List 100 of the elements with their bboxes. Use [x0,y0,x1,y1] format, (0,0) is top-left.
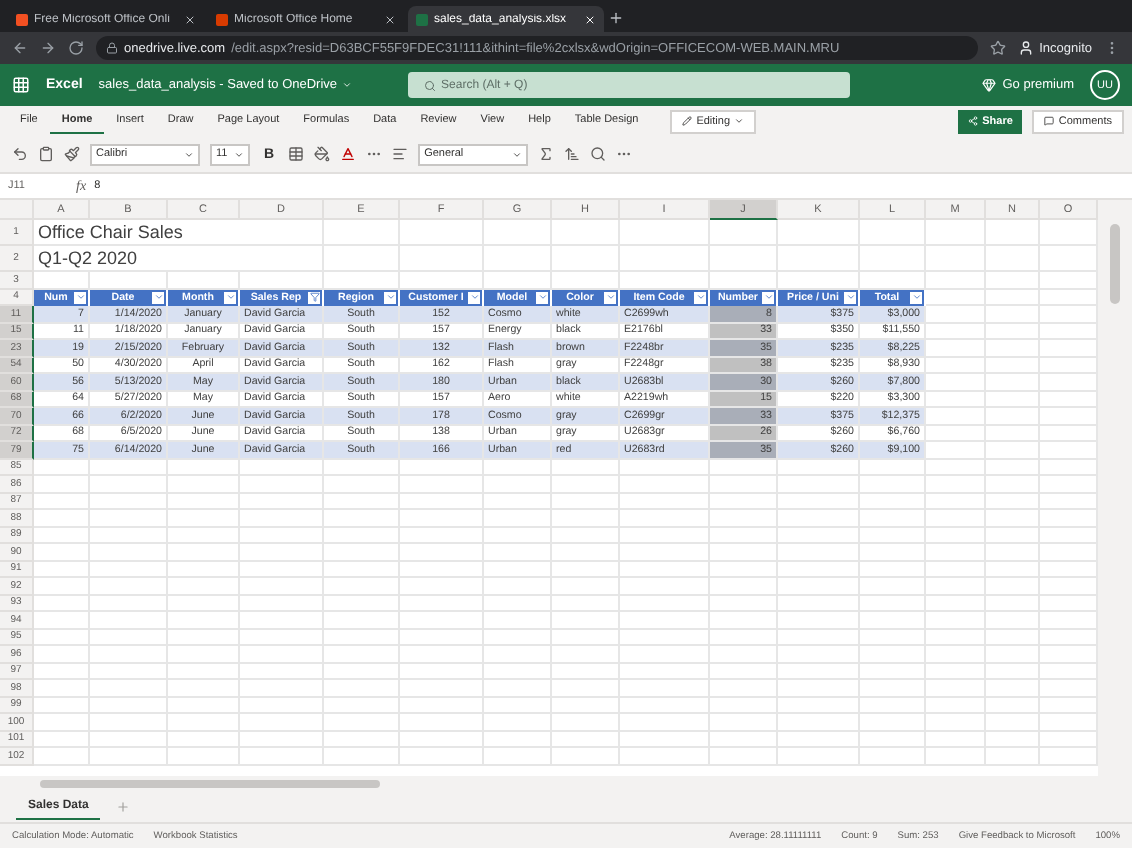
empty-cell[interactable] [552,595,620,612]
empty-cell[interactable] [552,714,620,731]
empty-cell[interactable] [400,629,484,646]
empty-cell[interactable] [926,527,986,544]
empty-cell[interactable] [986,578,1040,595]
empty-cell[interactable] [168,493,240,510]
empty-cell[interactable] [168,663,240,680]
empty-cell[interactable] [778,527,860,544]
forward-icon[interactable] [40,40,56,56]
empty-cell[interactable] [400,476,484,493]
empty-cell[interactable] [986,663,1040,680]
empty-cell[interactable] [926,493,986,510]
empty-cell[interactable] [860,493,926,510]
empty-cell[interactable] [620,220,710,246]
empty-cell[interactable] [400,697,484,714]
empty-cell[interactable] [986,731,1040,748]
empty-cell[interactable] [90,561,168,578]
empty-cell[interactable] [400,663,484,680]
empty-cell[interactable] [240,714,324,731]
empty-cell[interactable] [986,306,1040,323]
empty-cell[interactable] [168,527,240,544]
empty-cell[interactable] [778,544,860,561]
empty-cell[interactable] [240,510,324,527]
empty-cell[interactable] [620,544,710,561]
empty-cell[interactable] [986,408,1040,425]
empty-cell[interactable] [240,663,324,680]
empty-cell[interactable] [860,595,926,612]
empty-cell[interactable] [620,578,710,595]
dropdown-icon[interactable] [910,291,922,304]
empty-cell[interactable] [860,629,926,646]
empty-cell[interactable] [324,544,400,561]
empty-cell[interactable] [860,731,926,748]
empty-cell[interactable] [620,510,710,527]
empty-cell[interactable] [710,493,778,510]
empty-cell[interactable] [710,646,778,663]
empty-cell[interactable] [986,714,1040,731]
empty-cell[interactable] [552,476,620,493]
empty-cell[interactable] [324,476,400,493]
empty-cell[interactable] [240,527,324,544]
empty-cell[interactable] [620,646,710,663]
undo-icon[interactable] [12,146,28,162]
empty-cell[interactable] [620,527,710,544]
empty-cell[interactable] [710,663,778,680]
empty-cell[interactable] [778,510,860,527]
empty-cell[interactable] [860,578,926,595]
empty-cell[interactable] [168,544,240,561]
dropdown-icon[interactable] [74,291,86,304]
empty-cell[interactable] [90,680,168,697]
empty-cell[interactable] [860,544,926,561]
empty-cell[interactable] [90,493,168,510]
empty-cell[interactable] [324,731,400,748]
empty-cell[interactable] [986,323,1040,340]
empty-cell[interactable] [926,748,986,765]
empty-cell[interactable] [400,646,484,663]
empty-cell[interactable] [400,527,484,544]
empty-cell[interactable] [400,220,484,246]
horizontal-scrollbar[interactable] [0,776,1132,790]
dropdown-icon[interactable] [694,291,706,304]
empty-cell[interactable] [710,714,778,731]
back-icon[interactable] [12,40,28,56]
empty-cell[interactable] [926,510,986,527]
empty-cell[interactable] [90,731,168,748]
empty-cell[interactable] [484,612,552,629]
empty-cell[interactable] [484,663,552,680]
empty-cell[interactable] [926,578,986,595]
empty-cell[interactable] [778,629,860,646]
empty-cell[interactable] [986,476,1040,493]
caret-icon[interactable] [734,116,745,126]
empty-cell[interactable] [168,731,240,748]
empty-cell[interactable] [710,680,778,697]
empty-cell[interactable] [926,544,986,561]
empty-cell[interactable] [168,561,240,578]
empty-cell[interactable] [552,459,620,476]
empty-cell[interactable] [90,663,168,680]
find-icon[interactable] [590,146,607,162]
empty-cell[interactable] [986,493,1040,510]
sum-icon[interactable] [538,146,555,162]
empty-cell[interactable] [240,731,324,748]
paintbrush-icon[interactable] [64,146,80,162]
empty-cell[interactable] [484,697,552,714]
new-tab-icon[interactable] [608,10,624,26]
empty-cell[interactable] [484,595,552,612]
empty-cell[interactable] [324,493,400,510]
empty-cell[interactable] [860,697,926,714]
empty-cell[interactable] [986,680,1040,697]
empty-cell[interactable] [484,510,552,527]
empty-cell[interactable] [90,697,168,714]
empty-cell[interactable] [710,459,778,476]
empty-cell[interactable] [324,612,400,629]
empty-cell[interactable] [168,680,240,697]
empty-cell[interactable] [778,578,860,595]
empty-cell[interactable] [484,476,552,493]
empty-cell[interactable] [710,578,778,595]
empty-cell[interactable] [400,561,484,578]
empty-cell[interactable] [484,459,552,476]
star-icon[interactable] [989,40,1006,56]
empty-cell[interactable] [90,629,168,646]
empty-cell[interactable] [240,220,324,246]
empty-cell[interactable] [240,246,324,272]
empty-cell[interactable] [926,629,986,646]
